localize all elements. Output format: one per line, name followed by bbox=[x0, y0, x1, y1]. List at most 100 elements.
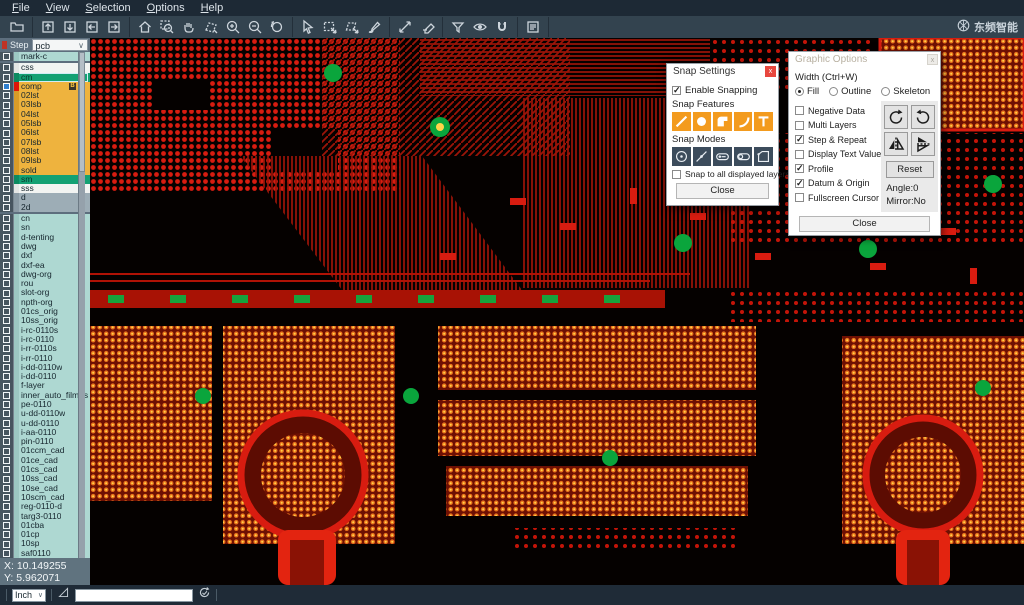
layer-row-body[interactable]: 10ss_cad bbox=[14, 474, 88, 483]
layer-row-body[interactable]: css bbox=[14, 63, 88, 72]
tool-eye-view[interactable] bbox=[469, 17, 491, 37]
layer-row-body[interactable]: rou bbox=[14, 279, 88, 288]
layer-row-body[interactable]: targ3-0110 bbox=[14, 512, 88, 521]
snap-surface-button[interactable] bbox=[713, 112, 732, 131]
layer-row-css[interactable]: css bbox=[0, 63, 90, 72]
layer-row-10scm_cad[interactable]: 10scm_cad bbox=[0, 493, 90, 502]
layer-row-reg-0110-d[interactable]: reg-0110-d bbox=[0, 502, 90, 511]
snap-settings-titlebar[interactable]: Snap Settings x bbox=[667, 64, 778, 79]
layer-row-body[interactable]: slot-org bbox=[14, 288, 88, 297]
layer-row-05lsb[interactable]: 05lsb bbox=[0, 119, 90, 128]
layer-row-dwg-org[interactable]: dwg-org bbox=[0, 270, 90, 279]
layer-visibility-checkbox[interactable] bbox=[3, 541, 10, 548]
layer-visibility-checkbox[interactable] bbox=[3, 364, 10, 371]
layer-row-04lst[interactable]: 04lst bbox=[0, 110, 90, 119]
menu-item-selection[interactable]: Selection bbox=[77, 0, 138, 16]
layer-visibility-checkbox[interactable] bbox=[3, 345, 10, 352]
layer-row-body[interactable]: d-tenting bbox=[14, 233, 88, 242]
layer-row-03lsb[interactable]: 03lsb bbox=[0, 100, 90, 109]
sync-icon[interactable] bbox=[198, 586, 211, 604]
layer-visibility-checkbox[interactable] bbox=[3, 410, 10, 417]
layer-row-body[interactable]: dxf bbox=[14, 251, 88, 260]
layer-row-f-layer[interactable]: f-layer bbox=[0, 381, 90, 390]
layer-row-body[interactable]: 10scm_cad bbox=[14, 493, 88, 502]
layer-visibility-checkbox[interactable] bbox=[3, 438, 10, 445]
snap-line-button[interactable] bbox=[672, 112, 691, 131]
tool-measure-diagonal[interactable] bbox=[394, 17, 416, 37]
pcb-canvas[interactable]: Snap Settings x Enable Snapping Snap Fea… bbox=[90, 38, 1024, 585]
layer-row-02lst[interactable]: 02lst bbox=[0, 91, 90, 100]
layer-row-inner_auto_film_symb[interactable]: inner_auto_film_symb bbox=[0, 391, 90, 400]
layer-row-body[interactable]: i-rr-0110 bbox=[14, 354, 88, 363]
command-input[interactable] bbox=[75, 589, 193, 602]
layer-row-i-rc-0110[interactable]: i-rc-0110 bbox=[0, 335, 90, 344]
mode-intersection-button[interactable] bbox=[693, 147, 712, 166]
tool-zoom-previous[interactable] bbox=[266, 17, 288, 37]
layer-visibility-checkbox[interactable] bbox=[3, 550, 10, 557]
layer-row-01ccm_cad[interactable]: 01ccm_cad bbox=[0, 446, 90, 455]
layer-row-d-tenting[interactable]: d-tenting bbox=[0, 233, 90, 242]
layer-visibility-checkbox[interactable] bbox=[3, 204, 10, 211]
layer-row-08lst[interactable]: 08lst bbox=[0, 147, 90, 156]
layer-visibility-checkbox[interactable] bbox=[3, 336, 10, 343]
layer-row-body[interactable]: 08lst bbox=[14, 147, 88, 156]
layer-row-body[interactable]: u-dd-0110 bbox=[14, 419, 88, 428]
tool-brush-edit[interactable] bbox=[363, 17, 385, 37]
layer-row-body[interactable]: i-rc-0110s bbox=[14, 326, 88, 335]
layer-row-body[interactable]: pin-0110 bbox=[14, 437, 88, 446]
layer-row-10ss_orig[interactable]: 10ss_orig bbox=[0, 316, 90, 325]
layer-row-i-rc-0110s[interactable]: i-rc-0110s bbox=[0, 326, 90, 335]
check-negative-data[interactable]: Negative Data bbox=[795, 106, 881, 116]
tool-page-left[interactable] bbox=[81, 17, 103, 37]
layer-row-dxf-ea[interactable]: dxf-ea bbox=[0, 261, 90, 270]
tool-magnet-snap[interactable] bbox=[491, 17, 513, 37]
tool-zoom-polygon[interactable] bbox=[200, 17, 222, 37]
layer-row-body[interactable]: 2d bbox=[14, 203, 88, 212]
layer-visibility-checkbox[interactable] bbox=[3, 327, 10, 334]
layer-visibility-checkbox[interactable] bbox=[3, 148, 10, 155]
step-select[interactable]: pcb ∨ bbox=[32, 39, 88, 51]
layer-row-06lst[interactable]: 06lst bbox=[0, 128, 90, 137]
tool-page-right[interactable] bbox=[103, 17, 125, 37]
check-multi-layers[interactable]: Multi Layers bbox=[795, 120, 881, 130]
layer-row-body[interactable]: d bbox=[14, 193, 88, 202]
check-datum-origin[interactable]: Datum & Origin bbox=[795, 178, 881, 188]
check-box[interactable] bbox=[795, 121, 804, 130]
check-box[interactable] bbox=[795, 135, 804, 144]
layer-row-body[interactable]: 01cs_cad bbox=[14, 465, 88, 474]
layer-row-body[interactable]: 01ce_cad bbox=[14, 456, 88, 465]
layer-row-01cs_orig[interactable]: 01cs_orig bbox=[0, 307, 90, 316]
layer-visibility-checkbox[interactable] bbox=[3, 448, 10, 455]
enable-snapping-checkbox[interactable] bbox=[672, 86, 681, 95]
layer-row-body[interactable]: 02lst bbox=[14, 91, 88, 100]
layer-row-dxf[interactable]: dxf bbox=[0, 251, 90, 260]
tool-zoom-window[interactable] bbox=[156, 17, 178, 37]
layer-visibility-checkbox[interactable] bbox=[3, 401, 10, 408]
layer-row-body[interactable]: compB bbox=[14, 82, 88, 91]
enable-snapping-checkbox-row[interactable]: Enable Snapping bbox=[672, 85, 773, 96]
layer-row-10se_cad[interactable]: 10se_cad bbox=[0, 484, 90, 493]
check-box[interactable] bbox=[795, 106, 804, 115]
layer-row-u-dd-0110[interactable]: u-dd-0110 bbox=[0, 419, 90, 428]
reset-button[interactable]: Reset bbox=[886, 161, 934, 178]
mirror-horizontal-button[interactable] bbox=[884, 132, 908, 156]
layer-visibility-checkbox[interactable] bbox=[3, 64, 10, 71]
layer-row-i-dd-0110[interactable]: i-dd-0110 bbox=[0, 372, 90, 381]
layer-visibility-checkbox[interactable] bbox=[3, 74, 10, 81]
layer-row-cm[interactable]: cm bbox=[0, 73, 90, 82]
layer-row-10sp[interactable]: 10sp bbox=[0, 539, 90, 548]
layer-visibility-checkbox[interactable] bbox=[3, 531, 10, 538]
layer-row-i-rr-0110[interactable]: i-rr-0110 bbox=[0, 354, 90, 363]
tool-home-view[interactable] bbox=[134, 17, 156, 37]
radio-skeleton[interactable]: Skeleton bbox=[881, 86, 930, 97]
layer-row-01ce_cad[interactable]: 01ce_cad bbox=[0, 456, 90, 465]
layer-row-body[interactable]: 06lst bbox=[14, 128, 88, 137]
layer-row-npth-org[interactable]: npth-org bbox=[0, 298, 90, 307]
layer-row-body[interactable]: 07lsb bbox=[14, 138, 88, 147]
layer-row-body[interactable]: sm bbox=[14, 175, 88, 184]
layer-row-i-rr-0110s[interactable]: i-rr-0110s bbox=[0, 344, 90, 353]
check-box[interactable] bbox=[795, 164, 804, 173]
menu-item-view[interactable]: View bbox=[38, 0, 78, 16]
layer-row-body[interactable]: i-aa-0110 bbox=[14, 428, 88, 437]
layer-visibility-checkbox[interactable] bbox=[3, 476, 10, 483]
